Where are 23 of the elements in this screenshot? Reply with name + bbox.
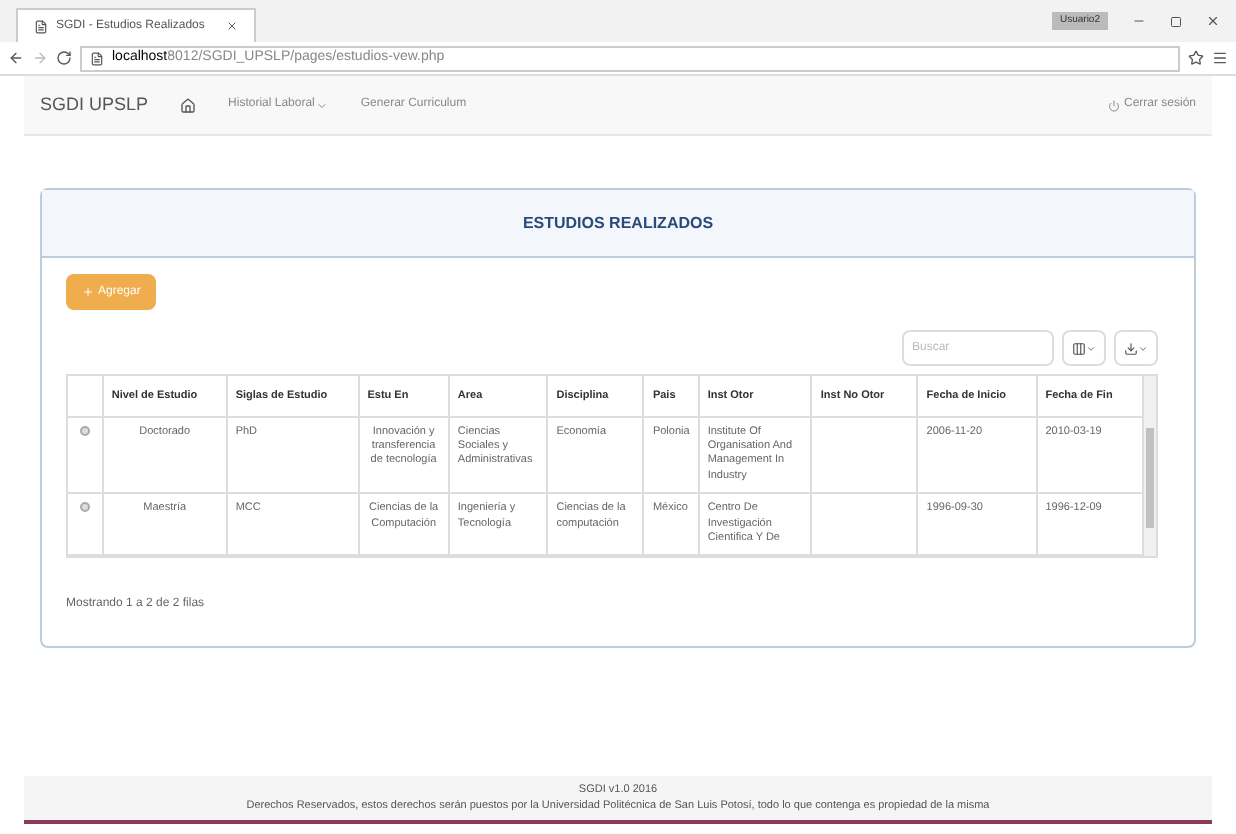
caret-icon [316,99,329,111]
reload-icon[interactable] [56,50,72,66]
export-button[interactable] [1114,330,1158,366]
panel-title: ESTUDIOS REALIZADOS [522,211,714,235]
plus-icon [82,286,94,298]
caret-icon [1086,343,1096,353]
navbar-brand[interactable]: SGDI UPSLP [40,91,149,119]
download-icon [1124,341,1138,355]
back-icon[interactable] [8,50,24,66]
maximize-icon[interactable] [1170,15,1182,27]
columns-icon [1072,341,1086,355]
caret-icon [1138,343,1148,353]
close-icon[interactable] [226,20,238,32]
page-icon [34,19,48,33]
power-icon [1107,99,1120,111]
page-icon [90,51,104,65]
columns-button[interactable] [1062,330,1106,366]
bookmark-star-icon[interactable] [1188,50,1204,66]
menu-icon[interactable] [1212,50,1228,66]
close-icon[interactable] [1206,14,1220,28]
row-radio[interactable] [79,502,90,513]
home-icon[interactable] [180,97,197,113]
row-radio[interactable] [79,425,90,435]
